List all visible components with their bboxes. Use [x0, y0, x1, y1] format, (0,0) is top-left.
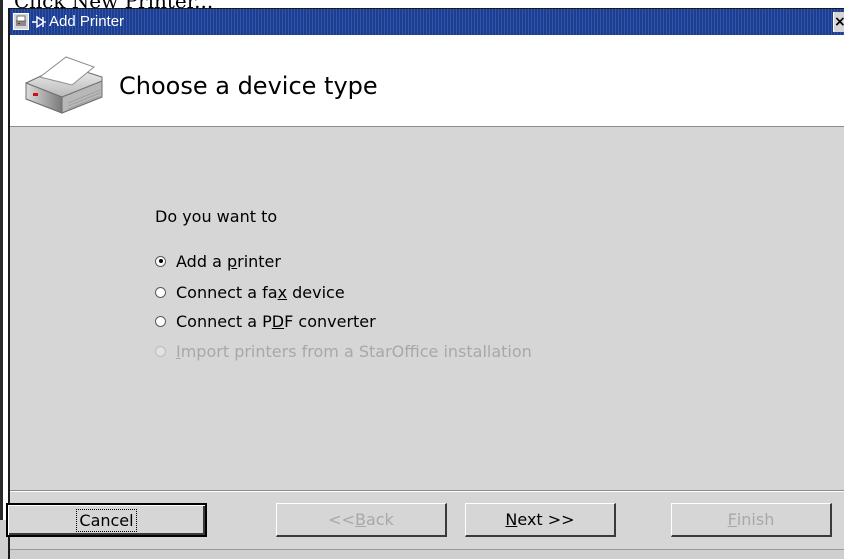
- wizard-content: Do you want to Add a printer Connect a f…: [6, 127, 844, 559]
- wizard-header: Choose a device type: [10, 35, 844, 127]
- page-title: Choose a device type: [119, 72, 378, 100]
- title-bar[interactable]: Add Printer ×: [10, 9, 844, 35]
- close-icon: ×: [834, 14, 844, 30]
- option-connect-pdf-converter[interactable]: Connect a PDF converter: [155, 309, 376, 333]
- button-separator: [10, 490, 844, 492]
- radio-import-staroffice-printers: [155, 345, 166, 357]
- option-label: Connect a PDF converter: [176, 311, 376, 331]
- option-label: Connect a fax device: [176, 282, 345, 302]
- back-button: << Back: [276, 503, 447, 537]
- cancel-button[interactable]: Cancel: [6, 503, 207, 537]
- window-bottom-edge: [10, 549, 844, 559]
- option-label: Import printers from a StarOffice instal…: [176, 341, 532, 361]
- window-title: Add Printer: [49, 13, 125, 30]
- option-connect-fax-device[interactable]: Connect a fax device: [155, 280, 345, 304]
- window-menu-icon[interactable]: [13, 13, 29, 30]
- next-button[interactable]: Next >>: [465, 503, 616, 537]
- finish-button: Finish: [671, 503, 832, 537]
- option-label: Add a printer: [176, 251, 281, 271]
- option-import-staroffice-printers: Import printers from a StarOffice instal…: [155, 339, 532, 363]
- close-window-button[interactable]: ×: [833, 12, 844, 32]
- printer-icon: [25, 56, 103, 114]
- radio-connect-fax-device[interactable]: [155, 286, 166, 298]
- option-add-printer[interactable]: Add a printer: [155, 249, 281, 273]
- radio-connect-pdf-converter[interactable]: [155, 315, 166, 327]
- add-printer-dialog: Add Printer ×: [6, 8, 844, 559]
- pin-icon[interactable]: [31, 13, 47, 30]
- background-window-edge: [0, 0, 3, 559]
- question-label: Do you want to: [155, 207, 278, 226]
- radio-add-printer[interactable]: [155, 255, 166, 267]
